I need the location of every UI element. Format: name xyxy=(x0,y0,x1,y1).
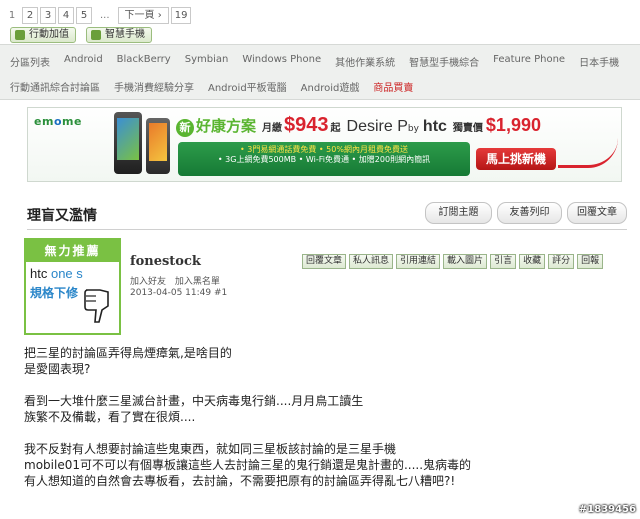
post-content: 把三星的討論區弄得烏煙瘴氣,是啥目的 是愛國表現? 看到一大堆什麼三星滅台計畫，… xyxy=(24,345,624,489)
print-button[interactable]: 友善列印 xyxy=(497,202,562,224)
reply-button[interactable]: 回覆文章 xyxy=(567,202,627,224)
cat-consumer-experience[interactable]: 手機消費經驗分享 xyxy=(114,79,194,94)
page-4[interactable]: 4 xyxy=(58,6,74,24)
divider xyxy=(27,229,627,230)
next-page-button[interactable]: 下一頁 › xyxy=(117,6,169,24)
add-blacklist-link[interactable]: 加入黑名單 xyxy=(175,277,220,287)
avatar[interactable]: 無力推薦 htc one s 規格下修 xyxy=(24,238,121,335)
subscribe-button[interactable]: 訂閱主題 xyxy=(425,202,492,224)
last-page[interactable]: 19 xyxy=(170,6,192,24)
post-line: 族繁不及備載，看了實在很煩.... xyxy=(24,410,196,424)
post-floor: #1 xyxy=(213,288,228,298)
ad-banner[interactable]: emome 新 好康方案 月繳 $943 起 Desire P by htc 獨… xyxy=(27,107,622,182)
cat-mobile-general[interactable]: 行動通訊綜合討論區 xyxy=(10,79,100,94)
thumbs-down-icon xyxy=(84,289,109,323)
post-line: 是愛國表現? xyxy=(24,362,91,376)
smartphone-button[interactable]: 智慧手機 xyxy=(86,27,152,43)
favorite-button[interactable]: 收藏 xyxy=(519,254,546,269)
cat-japan-phone[interactable]: 日本手機 xyxy=(579,54,619,69)
phone-image xyxy=(114,112,142,174)
page-ellipsis: ... xyxy=(100,9,110,21)
thread-actions: 訂閱主題 友善列印 回覆文章 xyxy=(425,202,627,224)
mobile-icon xyxy=(15,30,25,40)
image-watermark: #1839456 xyxy=(578,504,636,515)
category-bar: 分區列表 Android BlackBerry Symbian Windows … xyxy=(0,44,640,100)
phone-icon xyxy=(91,30,101,40)
username[interactable]: fonestock xyxy=(130,254,201,269)
thread-title: 理盲又濫情 xyxy=(27,208,97,224)
ad-cta-button[interactable]: 馬上挑新機 xyxy=(476,148,556,170)
cat-android[interactable]: Android xyxy=(64,54,103,69)
cat-blackberry[interactable]: BlackBerry xyxy=(117,54,171,69)
post-line: 把三星的討論區弄得烏煙瘴氣,是啥目的 xyxy=(24,346,232,360)
cat-feature-phone[interactable]: Feature Phone xyxy=(493,54,565,69)
page-3[interactable]: 3 xyxy=(40,6,56,24)
cat-other-os[interactable]: 其他作業系統 xyxy=(335,54,395,69)
pagination: 1 2 3 4 5 ... 下一頁 › 19 xyxy=(4,6,193,24)
rate-button[interactable]: 評分 xyxy=(548,254,575,269)
post-line: 有人想知道的自然會去專板看，去討論，不需要把原有的討論區弄得亂七八糟吧?! xyxy=(24,474,456,488)
cat-android-games[interactable]: Android遊戲 xyxy=(301,79,360,94)
page-5[interactable]: 5 xyxy=(76,6,92,24)
quick-buttons: 行動加值 智慧手機 xyxy=(10,27,162,43)
add-friend-link[interactable]: 加入好友 xyxy=(130,277,166,287)
page-2[interactable]: 2 xyxy=(22,6,38,24)
reply-post-button[interactable]: 回覆文章 xyxy=(302,254,347,269)
page-1: 1 xyxy=(4,6,20,24)
cat-forum-list[interactable]: 分區列表 xyxy=(10,54,50,69)
emome-logo: emome xyxy=(34,115,82,128)
quote-link-button[interactable]: 引用連結 xyxy=(396,254,441,269)
load-images-button[interactable]: 載入圖片 xyxy=(443,254,488,269)
cat-windows-phone[interactable]: Windows Phone xyxy=(242,54,321,69)
ad-headline: 新 好康方案 月繳 $943 起 Desire P by htc 獨賣價 $1,… xyxy=(176,114,541,137)
cat-android-tablet[interactable]: Android平板電腦 xyxy=(208,79,287,94)
cat-marketplace[interactable]: 商品買賣 xyxy=(373,79,413,94)
cat-smartphone-general[interactable]: 智慧型手機綜合 xyxy=(409,54,479,69)
cat-symbian[interactable]: Symbian xyxy=(185,54,229,69)
post-line: 我不反對有人想要討論這些鬼東西，就如同三星板該討論的是三星手機 xyxy=(24,442,397,456)
post-line: 看到一大堆什麼三星滅台計畫，中天病毒鬼行銷....月月鳥工讀生 xyxy=(24,394,364,408)
post-line: mobile01可不可以有個專板讓這些人去討論三星的鬼行銷還是鬼計畫的.....… xyxy=(24,458,472,472)
user-links: 加入好友 加入黑名單 xyxy=(130,274,226,287)
mobile-value-button[interactable]: 行動加值 xyxy=(10,27,76,43)
quote-button[interactable]: 引言 xyxy=(490,254,517,269)
phone-image-2 xyxy=(146,118,170,174)
ad-features: • 3門易網通話費免費 • 50%網內月租費免費送 • 3G上網免費500MB … xyxy=(178,142,470,176)
report-button[interactable]: 回報 xyxy=(577,254,604,269)
post-actions: 回覆文章 私人訊息 引用連結 載入圖片 引言 收藏 評分 回報 xyxy=(302,254,606,269)
post-date: 2013-04-05 11:49 #1 xyxy=(130,288,228,298)
private-message-button[interactable]: 私人訊息 xyxy=(349,254,394,269)
ad-swoosh xyxy=(558,138,618,168)
